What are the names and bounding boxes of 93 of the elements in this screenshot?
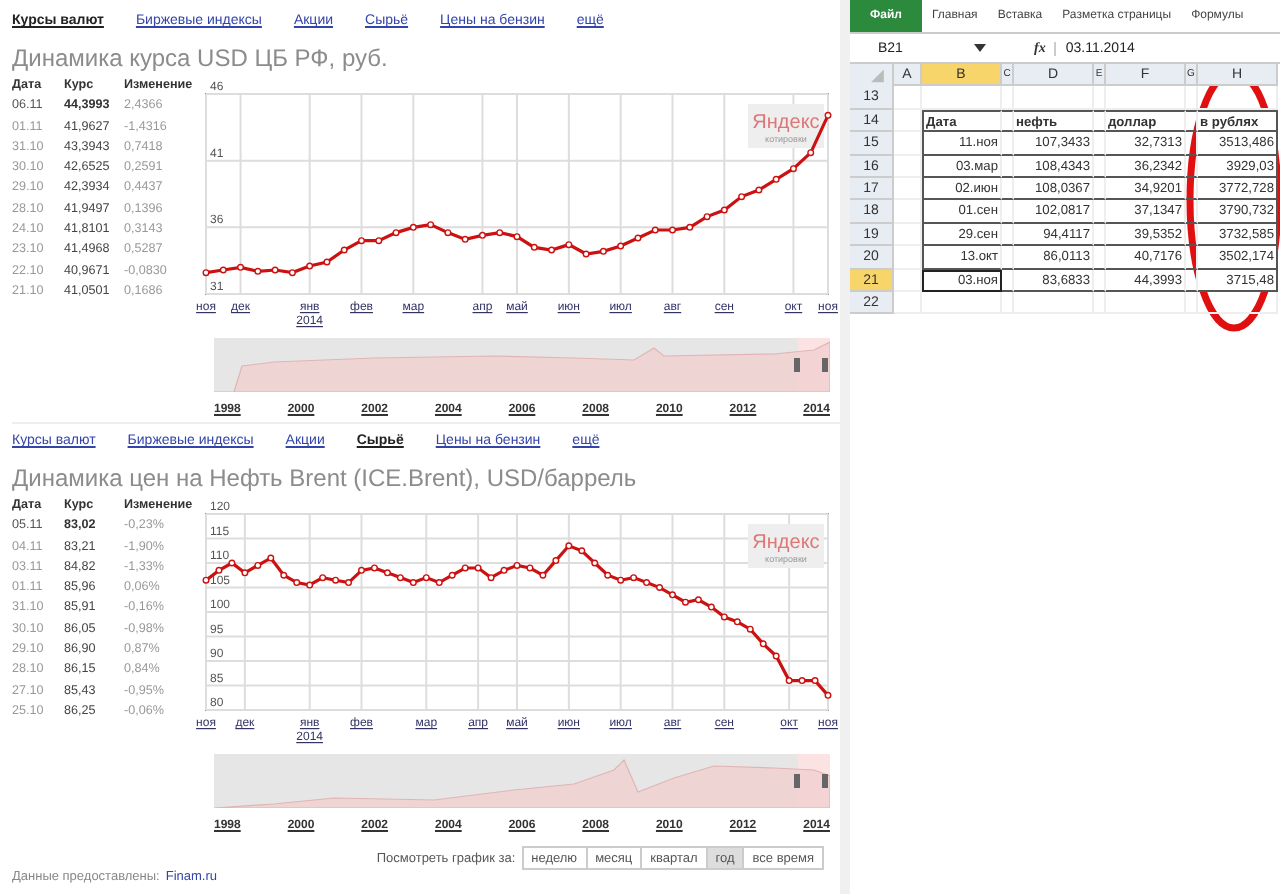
data-point [759, 640, 767, 648]
data-point [772, 175, 780, 183]
data-point [643, 579, 651, 587]
data-point [513, 233, 521, 241]
data-point [798, 677, 806, 685]
data-point [582, 250, 590, 258]
data-point [733, 618, 741, 626]
logo-text: Яндекс [752, 112, 820, 134]
data-point [703, 213, 711, 221]
data-point [720, 613, 728, 621]
data-point [634, 234, 642, 242]
data-point [478, 231, 486, 239]
data-point [409, 223, 417, 231]
data-point [409, 579, 417, 587]
data-point [500, 566, 508, 574]
data-point [332, 576, 340, 584]
data-point [591, 559, 599, 567]
data-point [461, 564, 469, 572]
data-point [772, 652, 780, 660]
data-point [565, 241, 573, 249]
data-point [293, 579, 301, 587]
data-point [237, 263, 245, 271]
data-point [755, 186, 763, 194]
data-point [427, 221, 435, 229]
data-point [370, 564, 378, 572]
data-point [422, 574, 430, 582]
data-point [824, 691, 832, 699]
data-point [306, 262, 314, 270]
data-point [599, 247, 607, 255]
data-point [319, 574, 327, 582]
data-point [656, 584, 664, 591]
chart-title: Динамика цен на Нефть Brent (ICE.Brent), USD/баррель [12, 462, 639, 494]
data-point [552, 557, 560, 565]
data-point [340, 246, 348, 254]
data-point [824, 111, 832, 119]
data-point [306, 581, 314, 589]
data-point [789, 165, 797, 173]
data-point [746, 625, 754, 633]
data-point [513, 561, 521, 569]
data-point [323, 258, 331, 266]
data-point [254, 267, 262, 275]
data-point [686, 223, 694, 231]
data-point [241, 569, 249, 577]
data-point [548, 246, 556, 254]
data-point [669, 226, 676, 234]
data-point [202, 576, 210, 584]
data-point [669, 591, 676, 599]
data-point [785, 677, 793, 685]
data-point [474, 564, 482, 572]
data-point [435, 579, 443, 587]
data-point [496, 229, 504, 237]
data-point [461, 235, 469, 243]
data-point [345, 579, 353, 587]
data-point [448, 571, 456, 579]
data-point [487, 574, 495, 582]
data-point [807, 149, 815, 157]
data-point [604, 571, 612, 579]
data-point [811, 677, 819, 685]
data-point [271, 266, 279, 274]
data-point [617, 576, 625, 584]
chart-title: Динамика курса USD ЦБ РФ, руб. [12, 42, 390, 74]
data-point [444, 229, 452, 237]
data-point [617, 242, 625, 250]
data-point [539, 571, 547, 579]
data-point [375, 237, 383, 245]
data-point [630, 574, 638, 582]
data-point [738, 193, 746, 201]
data-point [720, 206, 728, 214]
data-point [396, 574, 404, 582]
data-point [694, 596, 702, 604]
data-point [651, 226, 659, 234]
data-point [267, 554, 275, 562]
logo-background [748, 524, 824, 568]
data-point [280, 571, 288, 579]
data-point [383, 569, 391, 577]
data-point [358, 566, 365, 574]
data-point [681, 598, 689, 606]
data-point [288, 269, 296, 277]
logo-background [748, 104, 824, 148]
data-point [707, 603, 715, 611]
data-point [215, 566, 223, 574]
data-point [392, 229, 400, 237]
data-point [565, 542, 573, 550]
data-point [228, 559, 236, 567]
logo-text: Яндекс [752, 532, 820, 554]
data-point [578, 547, 586, 555]
data-point [202, 269, 210, 277]
data-point [526, 564, 534, 572]
data-point [358, 237, 365, 245]
data-point [219, 266, 227, 274]
data-point [530, 243, 538, 251]
data-point [254, 561, 262, 569]
caret-icon[interactable] [974, 44, 986, 52]
